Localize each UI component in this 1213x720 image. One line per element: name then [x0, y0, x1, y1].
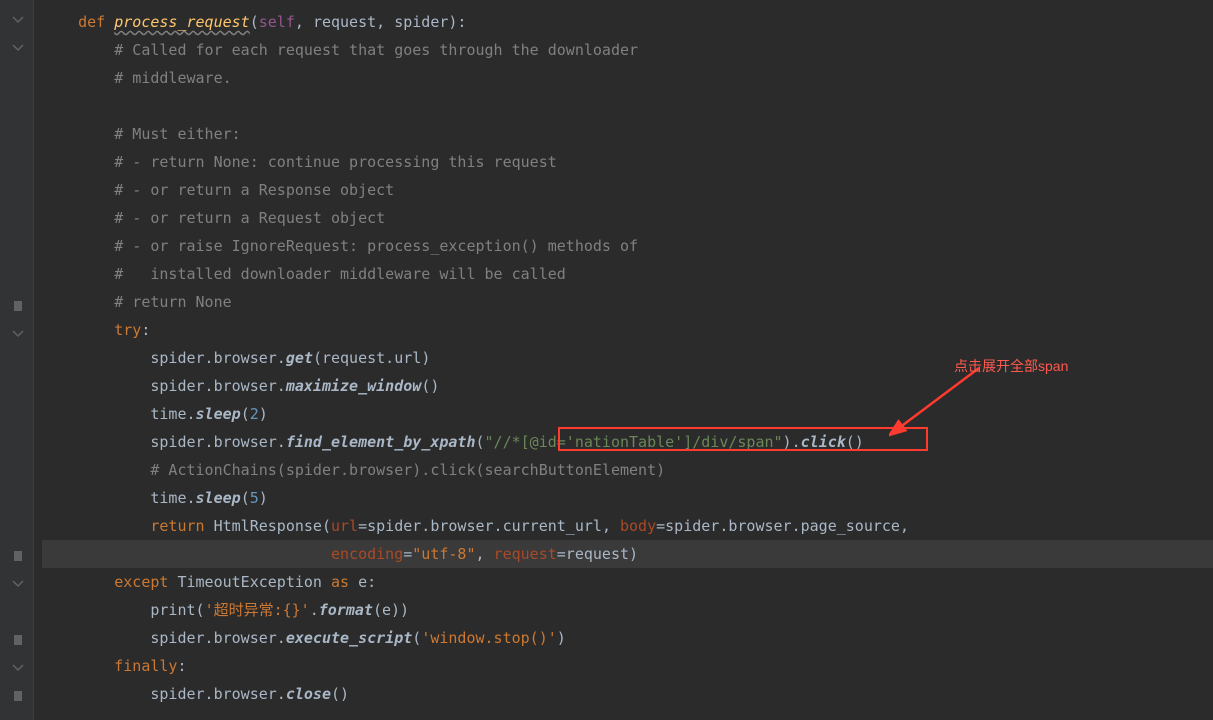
code-line[interactable]: spider.browser.find_element_by_xpath("//… [42, 428, 1213, 456]
code-line[interactable]: # - or return a Response object [42, 176, 1213, 204]
string-literal: '超时异常:{}' [205, 601, 310, 619]
code-line[interactable]: try: [42, 316, 1213, 344]
keyword-try: try [114, 321, 141, 339]
keyword-def: def [78, 13, 114, 31]
string-literal: "//*[@id='nationTable']/div/span" [485, 433, 783, 451]
method-call: sleep [196, 405, 241, 423]
code-editor: def process_request(self, request, spide… [0, 0, 1213, 720]
comment: # middleware. [114, 69, 231, 87]
method-call: get [286, 349, 313, 367]
number-literal: 2 [250, 405, 259, 423]
annotation-label: 点击展开全部span [954, 352, 1068, 380]
method-call: close [286, 685, 331, 703]
function-name: process_request [114, 13, 249, 31]
code-line[interactable]: # return None [42, 288, 1213, 316]
kwarg: url [331, 517, 358, 535]
comment: # ActionChains(spider.browser).click(sea… [150, 461, 665, 479]
string-literal: "utf-8" [412, 545, 475, 563]
code-line[interactable]: except TimeoutException as e: [42, 568, 1213, 596]
code-line[interactable]: def process_request(self, request, spide… [42, 8, 1213, 36]
keyword-as: as [331, 573, 358, 591]
comment: # - or raise IgnoreRequest: process_exce… [114, 237, 638, 255]
collapse-icon[interactable] [12, 42, 24, 54]
code-line[interactable]: time.sleep(5) [42, 484, 1213, 512]
code-content[interactable]: def process_request(self, request, spide… [34, 0, 1213, 720]
code-line[interactable]: # middleware. [42, 64, 1213, 92]
comment: # Must either: [114, 125, 240, 143]
code-line[interactable]: # - or return a Request object [42, 204, 1213, 232]
comment: # - or return a Request object [114, 209, 385, 227]
method-call: sleep [196, 489, 241, 507]
collapse-icon[interactable] [12, 328, 24, 340]
bookmark-icon[interactable] [12, 690, 24, 702]
comment: # installed downloader middleware will b… [114, 265, 566, 283]
method-call: find_element_by_xpath [286, 433, 476, 451]
method-call: execute_script [286, 629, 412, 647]
kwarg: body [620, 517, 656, 535]
code-line[interactable]: time.sleep(2) [42, 400, 1213, 428]
keyword-return: return [150, 517, 213, 535]
param: spider [394, 13, 448, 31]
kwarg: request [494, 545, 557, 563]
comment: # Called for each request that goes thro… [114, 41, 638, 59]
bookmark-icon[interactable] [12, 550, 24, 562]
code-line[interactable]: spider.browser.close() [42, 680, 1213, 708]
code-line[interactable]: return HtmlResponse(url=spider.browser.c… [42, 512, 1213, 540]
comment: # - return None: continue processing thi… [114, 153, 557, 171]
code-line[interactable]: # - return None: continue processing thi… [42, 148, 1213, 176]
code-line[interactable]: finally: [42, 652, 1213, 680]
number-literal: 5 [250, 489, 259, 507]
keyword-except: except [114, 573, 177, 591]
collapse-icon[interactable] [12, 14, 24, 26]
code-line[interactable]: print('超时异常:{}'.format(e)) [42, 596, 1213, 624]
comment: # return None [114, 293, 231, 311]
code-line[interactable]: # - or raise IgnoreRequest: process_exce… [42, 232, 1213, 260]
code-line[interactable] [42, 92, 1213, 120]
bookmark-icon[interactable] [12, 300, 24, 312]
method-call: click [801, 433, 846, 451]
method-call: format [319, 601, 373, 619]
code-line[interactable]: spider.browser.execute_script('window.st… [42, 624, 1213, 652]
code-line[interactable]: # installed downloader middleware will b… [42, 260, 1213, 288]
code-line[interactable]: # Must either: [42, 120, 1213, 148]
kwarg: encoding [331, 545, 403, 563]
string-literal: 'window.stop()' [421, 629, 556, 647]
collapse-icon[interactable] [12, 662, 24, 674]
method-call: maximize_window [286, 377, 421, 395]
collapse-icon[interactable] [12, 578, 24, 590]
param: request [313, 13, 376, 31]
editor-gutter[interactable] [0, 0, 34, 720]
code-line[interactable]: # ActionChains(spider.browser).click(sea… [42, 456, 1213, 484]
bookmark-icon[interactable] [12, 634, 24, 646]
keyword-finally: finally [114, 657, 177, 675]
comment: # - or return a Response object [114, 181, 394, 199]
code-line-highlighted[interactable]: encoding="utf-8", request=request) [42, 540, 1213, 568]
code-line[interactable]: # Called for each request that goes thro… [42, 36, 1213, 64]
param-self: self [259, 13, 295, 31]
